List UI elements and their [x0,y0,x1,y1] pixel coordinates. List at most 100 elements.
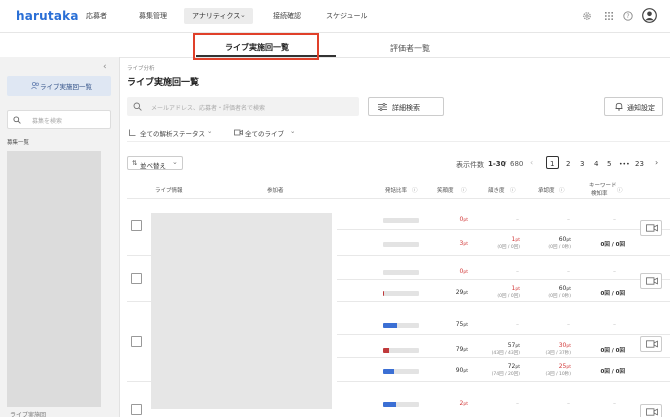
smile-value: 3pt [440,240,468,247]
video-button[interactable] [640,220,662,236]
header-nod: 頷き度 [488,188,505,194]
acceptance-empty: – [567,216,570,223]
info-icon[interactable]: ⓘ [461,186,467,194]
sidebar-item-live-sessions[interactable]: ライブ実施回一覧 [7,76,111,96]
page-ellipsis: ••• [619,161,630,168]
unit: pt [463,402,468,407]
row-divider [337,381,670,382]
row-checkbox[interactable] [131,220,142,231]
nav-analytics[interactable]: アナリティクス ⌄ [184,8,253,24]
main-search-input[interactable]: メールアドレス、応募者・評価者名で検索 [127,97,359,116]
row-checkbox[interactable] [131,273,142,284]
smile-value: 29pt [440,289,468,296]
acceptance-detail: (0回 / 0秒) [548,294,571,299]
notification-settings-label: 通知設定 [627,104,655,112]
video-camera-icon [646,224,658,232]
chart-axis-icon [129,129,136,136]
smile-value: 0pt [440,268,468,275]
recruitment-search-input[interactable]: 募集を検索 [7,110,111,129]
speech-ratio-bar [383,369,419,374]
grid-apps-icon[interactable] [604,11,614,21]
acceptance-empty: – [567,400,570,407]
sort-icon: ⇅ [132,159,138,167]
nod-empty: – [516,216,519,223]
video-camera-icon [646,340,658,348]
recruitment-list-placeholder [7,151,101,407]
speech-ratio-bar [383,218,419,223]
chevron-down-icon: ⌄ [290,127,296,135]
page-1[interactable]: 1 [550,160,554,168]
video-button[interactable] [640,336,662,352]
nav-recruitment[interactable]: 募集管理 [139,11,167,21]
speech-ratio-fill [383,402,396,407]
sort-label: 並べ替え [140,162,166,170]
svg-text:?: ? [626,13,629,20]
sidebar-item-label: ライブ実施回一覧 [40,83,92,91]
nav-applicants[interactable]: 応募者 [86,11,107,21]
page-2[interactable]: 2 [566,160,570,168]
user-avatar-icon[interactable] [642,8,657,23]
highlight-box [193,33,319,60]
nav-schedule[interactable]: スケジュール [326,11,368,21]
sliders-icon [378,103,387,111]
row-divider [337,229,670,230]
prev-page-icon[interactable]: ‹ [530,158,533,167]
header-live-info: ライブ情報 [155,188,183,194]
keyword-empty: – [613,400,616,407]
row-divider [337,279,670,280]
unit: pt [566,238,571,243]
search-placeholder: 募集を検索 [32,118,63,125]
row-checkbox[interactable] [131,336,142,347]
row-divider [337,301,670,302]
nod-value: 1pt [490,285,520,292]
info-icon[interactable]: ⓘ [559,186,565,194]
acceptance-value: 60pt [541,236,571,243]
smile-value: 0pt [440,216,468,223]
header-detection-rate: 検知率 [591,191,608,197]
unit: pt [566,365,571,370]
nod-detail: (74回 / 20回) [491,372,520,377]
notification-settings-button[interactable]: 通知設定 [604,97,663,116]
row-checkbox[interactable] [131,404,142,415]
speech-ratio-fill [383,323,397,328]
video-button[interactable] [640,404,662,417]
speech-ratio-fill [383,369,394,374]
unit: pt [463,291,468,296]
search-icon [13,116,21,124]
page-3[interactable]: 3 [580,160,584,168]
acceptance-value: 25pt [541,363,571,370]
top-navbar: harutaka 応募者 募集管理 アナリティクス ⌄ 接続確認 スケジュール … [0,0,670,33]
tab-evaluators[interactable]: 評価者一覧 [390,43,430,54]
page-5[interactable]: 5 [607,160,611,168]
unit: pt [463,270,468,275]
nod-empty: – [516,268,519,275]
chevron-down-icon: ⌄ [240,11,246,19]
page-4[interactable]: 4 [594,160,598,168]
keyword-empty: – [613,321,616,328]
acceptance-empty: – [567,321,570,328]
video-camera-icon [646,277,658,285]
nav-connection-check[interactable]: 接続確認 [273,11,301,21]
speech-ratio-bar [383,291,419,296]
keyword-rate: 0回 / 0回 [600,291,626,297]
keyword-rate: 0回 / 0回 [600,369,626,375]
page-title: ライブ実施回一覧 [127,78,200,88]
info-icon[interactable]: ⓘ [510,186,516,194]
collapse-sidebar-icon[interactable]: ‹ [103,62,107,72]
unit: pt [515,365,520,370]
nod-value: 1pt [490,236,520,243]
count-range: 1-30 [488,160,506,168]
page-23[interactable]: 23 [635,160,644,168]
info-icon[interactable]: ⓘ [412,186,418,194]
advanced-search-button[interactable]: 詳細検索 [368,97,444,116]
video-button[interactable] [640,273,662,289]
gear-icon[interactable] [582,11,592,21]
speech-ratio-bar [383,348,419,353]
sort-dropdown[interactable]: ⇅ 並べ替え ⌄ [127,156,183,170]
unit: pt [463,218,468,223]
info-icon[interactable]: ⓘ [617,186,623,194]
next-page-icon[interactable]: › [655,158,658,167]
app-logo[interactable]: harutaka [16,9,79,23]
help-icon[interactable]: ? [623,11,633,21]
keyword-rate: 0回 / 0回 [600,348,626,354]
